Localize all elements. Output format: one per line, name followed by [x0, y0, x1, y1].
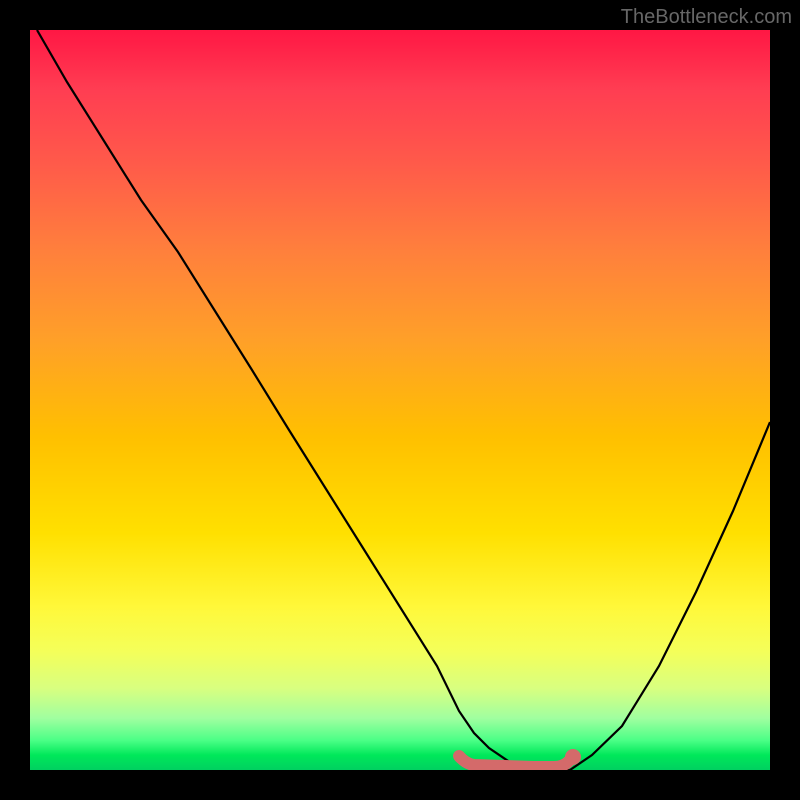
highlight-end-dot [565, 749, 581, 765]
highlight-band [459, 756, 570, 767]
plot-area [30, 30, 770, 770]
bottleneck-curve [37, 30, 770, 770]
chart-svg [30, 30, 770, 770]
chart-frame: TheBottleneck.com [0, 0, 800, 800]
watermark: TheBottleneck.com [621, 6, 792, 29]
